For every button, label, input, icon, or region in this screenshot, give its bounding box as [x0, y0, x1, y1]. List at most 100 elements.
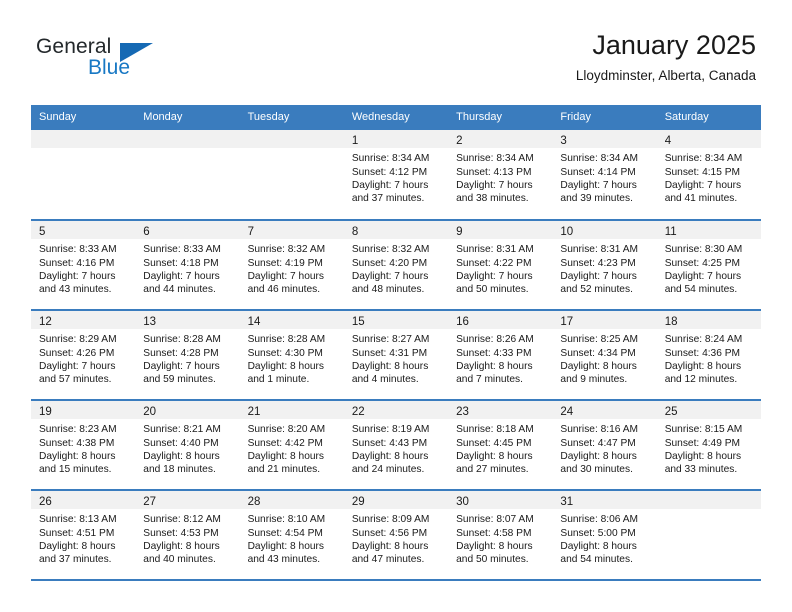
- sunset-text: Sunset: 5:00 PM: [560, 527, 636, 539]
- calendar-day-cell[interactable]: 2 Sunrise: 8:34 AM Sunset: 4:13 PM Daylight…: [448, 130, 553, 222]
- calendar-day-cell[interactable]: 18 Sunrise: 8:24 AM Sunset: 4:36 PM Dayligh…: [656, 310, 761, 402]
- daylight-text-line2: and 40 minutes.: [143, 554, 216, 566]
- calendar-day-cell[interactable]: 31 Sunrise: 8:06 AM Sunset: 5:00 PM Dayligh…: [552, 490, 657, 582]
- sunset-text: Sunset: 4:31 PM: [351, 347, 428, 359]
- calendar-day-cell[interactable]: 3 Sunrise: 8:34 AM Sunset: 4:14 PM Daylight…: [552, 130, 657, 222]
- calendar-day-cell[interactable]: 26 Sunrise: 8:13 AM Sunset: 4:51 PM Dayligh…: [31, 490, 136, 582]
- sunset-text: Sunset: 4:18 PM: [143, 257, 219, 269]
- calendar-day-cell[interactable]: 19 Sunrise: 8:23 AM Sunset: 4:38 PM Dayligh…: [31, 400, 136, 492]
- daylight-text-line1: Daylight: 7 hours: [664, 271, 742, 282]
- sunrise-text: Sunrise: 8:13 AM: [39, 514, 117, 526]
- daylight-text-line2: and 59 minutes.: [143, 374, 216, 386]
- sunset-text: Sunset: 4:51 PM: [39, 527, 115, 539]
- daylight-text-line2: and 46 minutes.: [247, 284, 321, 296]
- day-number-band: 28: [239, 491, 344, 510]
- day-cell-inner: 20 Sunrise: 8:21 AM Sunset: 4:40 PM Dayligh…: [135, 401, 240, 489]
- day-cell-inner: 17 Sunrise: 8:25 AM Sunset: 4:34 PM Dayligh…: [552, 311, 657, 399]
- calendar-day-cell[interactable]: 16 Sunrise: 8:26 AM Sunset: 4:33 PM Dayligh…: [448, 310, 553, 402]
- calendar-day-cell[interactable]: 12 Sunrise: 8:29 AM Sunset: 4:26 PM Dayligh…: [31, 310, 136, 402]
- sunrise-text: Sunrise: 8:28 AM: [143, 334, 221, 346]
- day-number-band: 21: [239, 401, 344, 420]
- day-cell-inner: 29 Sunrise: 8:09 AM Sunset: 4:56 PM Dayligh…: [343, 491, 449, 579]
- daylight-text-line1: Daylight: 8 hours: [351, 361, 429, 372]
- calendar-day-cell[interactable]: 29 Sunrise: 8:09 AM Sunset: 4:56 PM Dayligh…: [343, 490, 449, 582]
- logo-text-blue: Blue: [88, 56, 131, 79]
- sunset-text: Sunset: 4:56 PM: [351, 527, 428, 539]
- day-cell-inner: [239, 130, 344, 219]
- day-cell-details: Sunrise: 8:34 AM Sunset: 4:15 PM Daylight:…: [657, 148, 761, 206]
- calendar-day-cell[interactable]: 1 Sunrise: 8:34 AM Sunset: 4:12 PM Daylight…: [343, 130, 449, 222]
- title-block: January 2025 Lloydminster, Alberta, Cana…: [576, 30, 756, 85]
- day-number: 19: [39, 406, 52, 419]
- calendar-day-cell[interactable]: 25 Sunrise: 8:15 AM Sunset: 4:49 PM Dayligh…: [656, 400, 761, 492]
- daylight-text-line1: Daylight: 8 hours: [456, 451, 533, 462]
- calendar-day-cell[interactable]: 28 Sunrise: 8:10 AM Sunset: 4:54 PM Dayligh…: [239, 490, 344, 582]
- day-number-band: 14: [239, 311, 344, 330]
- day-number: 26: [39, 496, 52, 509]
- sunrise-text: Sunrise: 8:06 AM: [560, 514, 638, 526]
- day-cell-details: Sunrise: 8:34 AM Sunset: 4:13 PM Daylight:…: [448, 148, 552, 206]
- calendar-day-cell[interactable]: 30 Sunrise: 8:07 AM Sunset: 4:58 PM Dayligh…: [448, 490, 553, 582]
- day-number-band: 15: [343, 311, 449, 330]
- daylight-text-line2: and 37 minutes.: [39, 554, 112, 566]
- sunrise-text: Sunrise: 8:30 AM: [664, 244, 743, 256]
- calendar-day-cell-empty: [135, 130, 240, 222]
- daylight-text-line1: Daylight: 7 hours: [560, 271, 637, 282]
- calendar-day-cell[interactable]: 13 Sunrise: 8:28 AM Sunset: 4:28 PM Dayligh…: [135, 310, 240, 402]
- calendar-day-cell[interactable]: 22 Sunrise: 8:19 AM Sunset: 4:43 PM Dayligh…: [343, 400, 449, 492]
- day-cell-inner: 19 Sunrise: 8:23 AM Sunset: 4:38 PM Dayligh…: [31, 401, 136, 489]
- calendar-day-cell[interactable]: 24 Sunrise: 8:16 AM Sunset: 4:47 PM Dayligh…: [552, 400, 657, 492]
- day-number-band: 19: [31, 401, 136, 420]
- day-number: 9: [456, 226, 463, 239]
- daylight-text-line2: and 38 minutes.: [456, 193, 529, 205]
- sunset-text: Sunset: 4:26 PM: [39, 347, 115, 359]
- day-number: 7: [247, 226, 254, 239]
- sunrise-text: Sunrise: 8:34 AM: [560, 153, 638, 165]
- calendar-week-row: 19 Sunrise: 8:23 AM Sunset: 4:38 PM Dayligh…: [31, 400, 761, 492]
- day-number-band: 11: [656, 221, 761, 240]
- day-number-band: [239, 130, 344, 149]
- day-cell-inner: 16 Sunrise: 8:26 AM Sunset: 4:33 PM Dayligh…: [448, 311, 553, 399]
- daylight-text-line2: and 30 minutes.: [560, 464, 633, 476]
- sunset-text: Sunset: 4:47 PM: [560, 437, 636, 449]
- day-cell-inner: 15 Sunrise: 8:27 AM Sunset: 4:31 PM Dayligh…: [343, 311, 449, 399]
- calendar-day-cell[interactable]: 5 Sunrise: 8:33 AM Sunset: 4:16 PM Daylight…: [31, 220, 136, 312]
- day-number: 22: [351, 406, 365, 419]
- calendar-day-cell[interactable]: 23 Sunrise: 8:18 AM Sunset: 4:45 PM Dayligh…: [448, 400, 553, 492]
- day-number-band: 17: [552, 311, 657, 330]
- calendar-day-cell[interactable]: 20 Sunrise: 8:21 AM Sunset: 4:40 PM Dayligh…: [135, 400, 240, 492]
- page-subtitle-location: Lloydminster, Alberta, Canada: [575, 68, 756, 84]
- calendar-day-cell[interactable]: 6 Sunrise: 8:33 AM Sunset: 4:18 PM Daylight…: [135, 220, 240, 312]
- calendar-day-cell[interactable]: 17 Sunrise: 8:25 AM Sunset: 4:34 PM Dayligh…: [552, 310, 657, 402]
- sunset-text: Sunset: 4:28 PM: [143, 347, 219, 359]
- sunset-text: Sunset: 4:22 PM: [456, 257, 532, 269]
- sunrise-text: Sunrise: 8:25 AM: [560, 334, 638, 346]
- calendar-day-cell[interactable]: 9 Sunrise: 8:31 AM Sunset: 4:22 PM Daylight…: [448, 220, 553, 312]
- sunrise-text: Sunrise: 8:32 AM: [247, 244, 326, 256]
- day-cell-inner: 25 Sunrise: 8:15 AM Sunset: 4:49 PM Dayligh…: [656, 401, 761, 489]
- calendar-day-cell[interactable]: 10 Sunrise: 8:31 AM Sunset: 4:23 PM Dayligh…: [552, 220, 657, 312]
- sunset-text: Sunset: 4:49 PM: [664, 437, 741, 449]
- day-number: 4: [664, 135, 672, 148]
- day-cell-details: Sunrise: 8:25 AM Sunset: 4:34 PM Daylight:…: [552, 329, 656, 387]
- calendar-day-cell[interactable]: 8 Sunrise: 8:32 AM Sunset: 4:20 PM Daylight…: [343, 220, 449, 312]
- sunset-text: Sunset: 4:45 PM: [456, 437, 532, 449]
- day-number: 5: [39, 226, 46, 239]
- calendar-day-cell[interactable]: 14 Sunrise: 8:28 AM Sunset: 4:30 PM Dayligh…: [239, 310, 344, 402]
- calendar-day-cell[interactable]: 21 Sunrise: 8:20 AM Sunset: 4:42 PM Dayligh…: [239, 400, 344, 492]
- general-blue-logo[interactable]: General Blue: [36, 36, 216, 90]
- day-number: 14: [247, 316, 261, 329]
- day-cell-inner: 2 Sunrise: 8:34 AM Sunset: 4:13 PM Daylight…: [448, 130, 553, 219]
- daylight-text-line1: Daylight: 7 hours: [560, 180, 637, 191]
- daylight-text-line2: and 7 minutes.: [456, 374, 523, 386]
- calendar-day-cell[interactable]: 27 Sunrise: 8:12 AM Sunset: 4:53 PM Dayligh…: [135, 490, 240, 582]
- calendar-day-cell[interactable]: 15 Sunrise: 8:27 AM Sunset: 4:31 PM Dayligh…: [343, 310, 449, 402]
- daylight-text-line1: Daylight: 8 hours: [247, 361, 325, 372]
- sunrise-text: Sunrise: 8:24 AM: [664, 334, 743, 346]
- calendar-day-cell[interactable]: 11 Sunrise: 8:30 AM Sunset: 4:25 PM Dayligh…: [656, 220, 761, 312]
- day-number: 20: [143, 406, 157, 419]
- calendar-day-cell[interactable]: 7 Sunrise: 8:32 AM Sunset: 4:19 PM Daylight…: [239, 220, 344, 312]
- calendar-day-cell[interactable]: 4 Sunrise: 8:34 AM Sunset: 4:15 PM Daylight…: [656, 130, 761, 222]
- day-number-band: 7: [239, 221, 344, 240]
- day-cell-details: Sunrise: 8:16 AM Sunset: 4:47 PM Daylight:…: [552, 419, 656, 477]
